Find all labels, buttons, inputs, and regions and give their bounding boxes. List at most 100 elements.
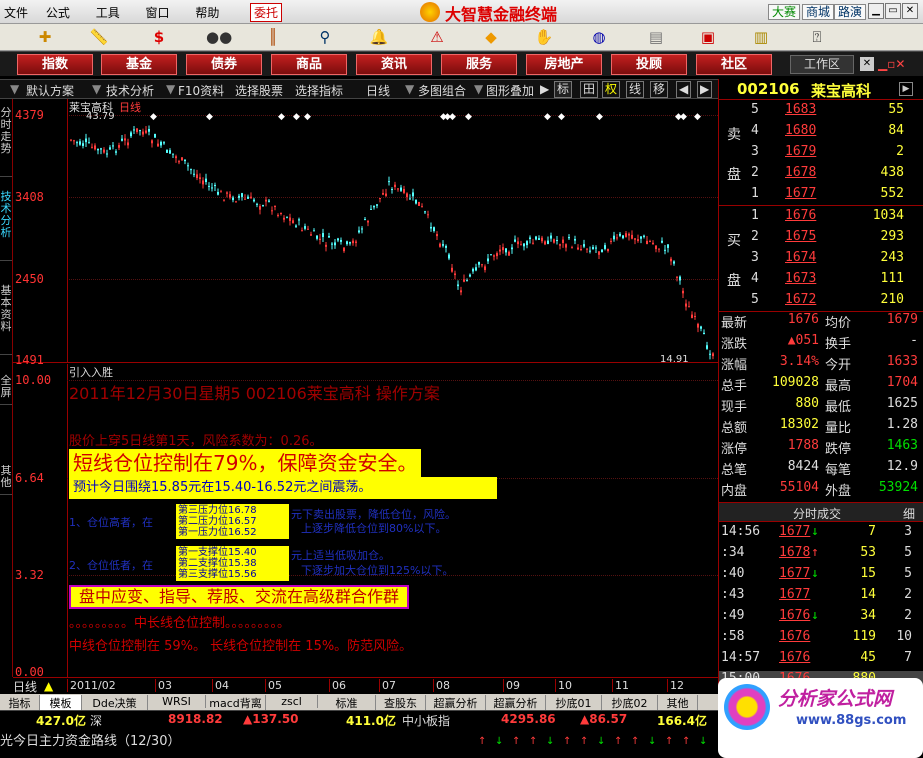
- scheme-select[interactable]: 默认方案: [26, 82, 74, 99]
- candle-body: [220, 191, 222, 193]
- cat-advisor[interactable]: 投顾: [611, 54, 687, 75]
- toggle-move[interactable]: 移: [650, 81, 669, 98]
- tab-technical[interactable]: 技术分析: [0, 191, 12, 261]
- menu-file[interactable]: 文件: [4, 6, 28, 20]
- roadshow-button[interactable]: 路演: [834, 4, 867, 20]
- dollar-icon[interactable]: $: [148, 27, 170, 47]
- indicator-tab[interactable]: zscl: [266, 695, 318, 708]
- minimize-icon[interactable]: ▁: [868, 3, 884, 19]
- printer-icon[interactable]: ▤: [645, 27, 667, 47]
- candle-body: [214, 184, 216, 187]
- dots-icon[interactable]: ●●: [206, 27, 232, 47]
- candle-body: [346, 241, 348, 245]
- multi-chart-button[interactable]: 多图组合: [418, 82, 466, 99]
- indicator-tab[interactable]: 抄底02: [602, 695, 658, 711]
- candle-body: [142, 131, 144, 135]
- sector-arrow-icon: ↑: [512, 736, 521, 747]
- menu-window[interactable]: 窗口: [146, 6, 170, 20]
- candle-body: [148, 128, 150, 132]
- close-icon[interactable]: ✕: [902, 3, 918, 19]
- tab-intraday[interactable]: 分时走势: [0, 107, 12, 177]
- tech-analysis-tab[interactable]: 技术分析: [106, 82, 154, 99]
- tick-row: :34 1678 ↑ 53 5: [719, 545, 923, 566]
- sector-arrow-icon: ↓: [597, 736, 606, 747]
- entrust-button[interactable]: 委托: [250, 3, 283, 22]
- tab-other[interactable]: 其他: [0, 465, 12, 495]
- stat-value: 12.9: [886, 459, 918, 474]
- candle-body: [601, 249, 603, 253]
- period-select[interactable]: 日线: [366, 82, 390, 99]
- kline-chart[interactable]: 4379 3408 2450 1491 莱宝高科 日线 43.79 14.91 …: [13, 99, 718, 367]
- books-icon[interactable]: ▥: [750, 27, 772, 47]
- indicator-tab[interactable]: 查股东: [376, 695, 426, 711]
- workspace-close-icon[interactable]: ✕: [860, 57, 874, 71]
- tick-price: 1677: [779, 587, 811, 602]
- stat-value: ▲051: [787, 333, 819, 348]
- cat-community[interactable]: 社区: [696, 54, 772, 75]
- move-icon[interactable]: ✚: [34, 27, 56, 47]
- stat-label: 最高: [825, 379, 852, 394]
- bell-icon[interactable]: 🔔: [368, 27, 390, 47]
- cat-index[interactable]: 指数: [17, 54, 93, 75]
- indicator-tab[interactable]: 其他: [658, 695, 698, 711]
- indicator-tab[interactable]: WRSI: [148, 695, 206, 708]
- indicator-tab[interactable]: 标准: [318, 695, 376, 711]
- workspace-button[interactable]: 工作区: [790, 55, 854, 74]
- cat-commodity[interactable]: 商品: [271, 54, 347, 75]
- indicator-tab[interactable]: 模板: [40, 695, 82, 711]
- hand-icon[interactable]: ✋: [533, 27, 555, 47]
- indicator-tab[interactable]: 超赢分析: [426, 695, 486, 711]
- candle-body: [310, 234, 312, 236]
- help-cursor-icon[interactable]: ⍰: [806, 27, 828, 47]
- menu-tools[interactable]: 工具: [96, 6, 120, 20]
- cat-news[interactable]: 资讯: [356, 54, 432, 75]
- next-stock-icon[interactable]: ▶: [899, 82, 913, 96]
- diamond-icon[interactable]: ◆: [480, 27, 502, 47]
- cat-fund[interactable]: 基金: [101, 54, 177, 75]
- indicator-tab[interactable]: 指标: [0, 695, 40, 711]
- indicator-tab[interactable]: macd背离: [206, 695, 266, 711]
- toggle-line[interactable]: 线: [626, 81, 645, 98]
- globe-icon[interactable]: ◍: [588, 27, 610, 47]
- indicator-tab[interactable]: 超赢分析: [486, 695, 546, 711]
- tick-price: 1677: [779, 566, 811, 581]
- indicator-tab[interactable]: Dde决策: [82, 695, 148, 711]
- indicator-tab[interactable]: 抄底01: [546, 695, 602, 711]
- f10-tab[interactable]: F10资料: [178, 82, 224, 99]
- alert-icon[interactable]: ⚠: [426, 27, 448, 47]
- overlay-button[interactable]: 图形叠加: [486, 82, 534, 99]
- bars-icon[interactable]: ║: [262, 27, 284, 47]
- next-icon[interactable]: ▶: [697, 81, 713, 98]
- contest-button[interactable]: 大赛: [768, 4, 801, 20]
- mall-button[interactable]: 商城: [802, 4, 835, 20]
- ruler-icon[interactable]: 📏: [88, 27, 110, 47]
- ticks-side-tab[interactable]: 细: [903, 505, 915, 522]
- window-controls-icon[interactable]: ▁▫✕: [878, 57, 905, 71]
- select-stock-button[interactable]: 选择股票: [235, 82, 283, 99]
- signal-marker-icon: ◆: [278, 112, 285, 122]
- candle-body: [499, 249, 501, 252]
- play-icon[interactable]: ▶: [540, 82, 549, 96]
- cat-realestate[interactable]: 房地产: [526, 54, 602, 75]
- cat-service[interactable]: 服务: [441, 54, 517, 75]
- menu-formula[interactable]: 公式: [46, 6, 70, 20]
- candle-body: [388, 181, 390, 183]
- cat-bond[interactable]: 债券: [186, 54, 262, 75]
- toggle-mark[interactable]: 标: [554, 81, 573, 98]
- toggle-grid[interactable]: 田: [580, 81, 599, 98]
- stat-value: 3.14%: [779, 354, 819, 369]
- news-ticker-text[interactable]: 光今日主力资金路线（12/30）: [0, 730, 180, 749]
- maximize-icon[interactable]: ▭: [885, 3, 901, 19]
- toggle-rights[interactable]: 权: [602, 81, 621, 98]
- binoculars-icon[interactable]: ⚲: [314, 27, 336, 47]
- stat-row: 现手 880 最低 1625: [719, 396, 923, 417]
- menu-help[interactable]: 帮助: [195, 6, 219, 20]
- prev-icon[interactable]: ◀: [676, 81, 692, 98]
- panel-icon[interactable]: ▣: [697, 27, 719, 47]
- select-indicator-button[interactable]: 选择指标: [295, 82, 343, 99]
- candle-body: [700, 326, 702, 329]
- tab-fullscreen[interactable]: 全屏: [0, 375, 12, 405]
- candle-body: [79, 141, 81, 145]
- sz-change: ▲137.50: [243, 712, 299, 726]
- tab-basic-info[interactable]: 基本资料: [0, 285, 12, 355]
